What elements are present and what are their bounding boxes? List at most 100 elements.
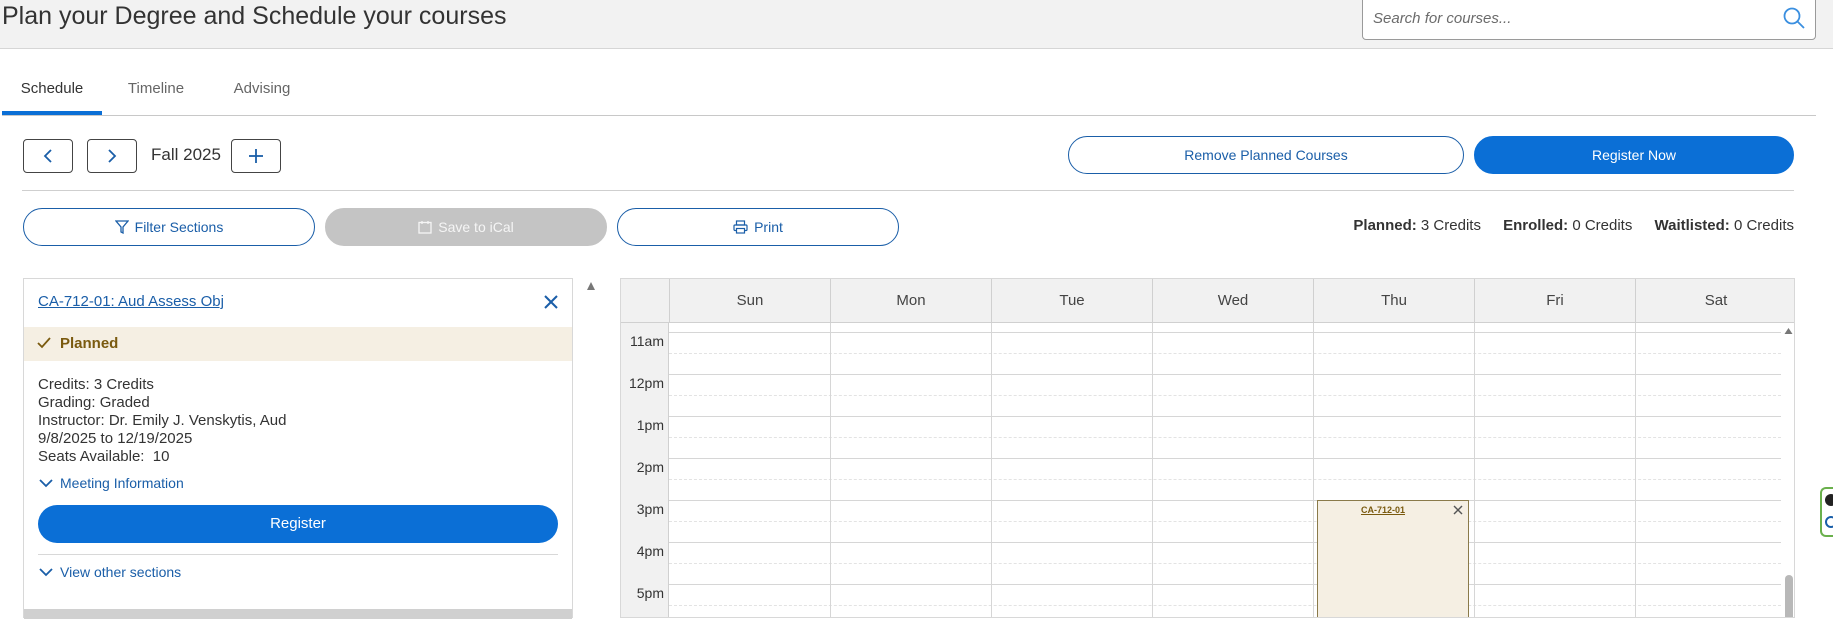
waitlisted-credits-label: Waitlisted:	[1654, 217, 1730, 234]
register-button[interactable]: Register	[38, 505, 558, 543]
time-label-2pm: 2pm	[636, 459, 664, 475]
day-header-mon: Mon	[830, 279, 991, 323]
previous-term-button[interactable]	[23, 139, 73, 173]
day-divider	[1474, 323, 1475, 617]
tab-schedule[interactable]: Schedule	[2, 66, 102, 115]
page-title: Plan your Degree and Schedule your cours…	[2, 2, 507, 30]
save-to-ical-label: Save to iCal	[438, 219, 514, 235]
print-button[interactable]: Print	[617, 208, 899, 246]
view-other-sections-label: View other sections	[60, 564, 182, 580]
half-hour-line	[669, 353, 1781, 354]
seats-line: Seats Available: 10	[38, 448, 170, 465]
day-header-tue: Tue	[991, 279, 1152, 323]
waitlisted-credits-value: 0 Credits	[1733, 217, 1794, 234]
next-term-button[interactable]	[87, 139, 137, 173]
search-icon[interactable]	[1781, 5, 1807, 31]
event-title[interactable]: CA-712-01	[1318, 505, 1448, 515]
plus-icon	[249, 149, 263, 163]
save-to-ical-button: Save to iCal	[325, 208, 607, 246]
day-header-sat: Sat	[1635, 279, 1794, 323]
course-card: CA-712-01: Aud Assess Obj Planned Credit…	[23, 278, 573, 619]
tab-bar: Schedule Timeline Advising	[2, 66, 1816, 116]
time-column: 11am 12pm 1pm 2pm 3pm 4pm 5pm	[621, 323, 669, 617]
time-label-11am: 11am	[630, 333, 664, 349]
week-calendar: Sun Mon Tue Wed Thu Fri Sat 11am 12pm 1p…	[620, 278, 1795, 618]
hour-line	[669, 458, 1781, 459]
printer-icon	[733, 220, 748, 234]
scroll-up-arrow-icon[interactable]	[1784, 327, 1793, 335]
meeting-information-label: Meeting Information	[60, 475, 184, 491]
print-label: Print	[754, 219, 783, 235]
time-label-1pm: 1pm	[636, 417, 664, 433]
register-now-button[interactable]: Register Now	[1474, 136, 1794, 174]
term-label: Fall 2025	[151, 145, 221, 164]
close-icon[interactable]	[1452, 504, 1464, 516]
course-details: Credits: 3 Credits Grading: Graded Instr…	[38, 376, 286, 466]
calendar-grid: 11am 12pm 1pm 2pm 3pm 4pm 5pm CA-712-01	[621, 323, 1781, 617]
time-label-3pm: 3pm	[636, 501, 664, 517]
search-box[interactable]	[1362, 0, 1816, 40]
grading-line: Grading: Graded	[38, 394, 150, 411]
half-hour-line	[669, 395, 1781, 396]
hour-line	[669, 542, 1781, 543]
search-input[interactable]	[1373, 5, 1763, 31]
status-badge: Planned	[24, 327, 572, 361]
day-divider	[991, 323, 992, 617]
scroll-thumb[interactable]	[1785, 575, 1793, 617]
credits-summary: Planned: 3 Credits Enrolled: 0 Credits W…	[1353, 217, 1794, 234]
day-divider	[830, 323, 831, 617]
calendar-scrollbar[interactable]	[1781, 323, 1794, 617]
remove-planned-courses-button[interactable]: Remove Planned Courses	[1068, 136, 1464, 174]
hour-line	[669, 500, 1781, 501]
close-widget-icon[interactable]	[1825, 494, 1833, 506]
day-header-sun: Sun	[669, 279, 830, 323]
close-icon[interactable]	[542, 293, 560, 311]
time-label-12pm: 12pm	[628, 375, 664, 391]
filter-icon	[114, 220, 129, 234]
day-header-fri: Fri	[1474, 279, 1635, 323]
calendar-icon	[418, 220, 432, 234]
hour-line	[669, 374, 1781, 375]
time-label-4pm: 4pm	[636, 543, 664, 559]
enrolled-credits-label: Enrolled:	[1503, 217, 1569, 234]
scroll-up-arrow-icon[interactable]	[586, 281, 596, 291]
toolbar-divider	[22, 190, 1794, 191]
filter-sections-label: Filter Sections	[134, 219, 224, 235]
day-divider	[1635, 323, 1636, 617]
tab-advising[interactable]: Advising	[227, 66, 297, 115]
check-icon	[37, 337, 51, 349]
day-divider	[1152, 323, 1153, 617]
chevron-down-icon	[39, 479, 53, 488]
chevron-right-icon	[108, 149, 117, 163]
day-divider	[1313, 323, 1314, 617]
tab-timeline[interactable]: Timeline	[120, 66, 192, 115]
chat-icon[interactable]	[1825, 516, 1833, 528]
hour-line	[669, 584, 1781, 585]
half-hour-line	[669, 521, 1781, 522]
half-hour-line	[669, 437, 1781, 438]
hour-line	[669, 332, 1781, 333]
dates-line: 9/8/2025 to 12/19/2025	[38, 430, 193, 447]
card-footer	[24, 609, 572, 619]
enrolled-credits-value: 0 Credits	[1572, 217, 1633, 234]
calendar-header: Sun Mon Tue Wed Thu Fri Sat	[621, 279, 1794, 323]
view-other-sections-toggle[interactable]: View other sections	[38, 564, 181, 580]
day-header-thu: Thu	[1313, 279, 1474, 323]
day-header-wed: Wed	[1152, 279, 1313, 323]
status-label: Planned	[60, 335, 119, 352]
half-hour-line	[669, 479, 1781, 480]
add-term-button[interactable]	[231, 139, 281, 173]
course-title-link[interactable]: CA-712-01: Aud Assess Obj	[38, 293, 224, 310]
hour-line	[669, 416, 1781, 417]
filter-sections-button[interactable]: Filter Sections	[23, 208, 315, 246]
card-divider	[38, 554, 558, 555]
calendar-event[interactable]: CA-712-01	[1317, 500, 1469, 617]
instructor-line: Instructor: Dr. Emily J. Venskytis, Aud	[38, 412, 287, 429]
meeting-information-toggle[interactable]: Meeting Information	[38, 475, 184, 491]
chevron-left-icon	[43, 149, 52, 163]
side-widget[interactable]	[1820, 487, 1833, 537]
credits-line: Credits: 3 Credits	[38, 376, 154, 393]
time-label-5pm: 5pm	[636, 585, 664, 601]
half-hour-line	[669, 605, 1781, 606]
planned-credits-value: 3 Credits	[1420, 217, 1481, 234]
